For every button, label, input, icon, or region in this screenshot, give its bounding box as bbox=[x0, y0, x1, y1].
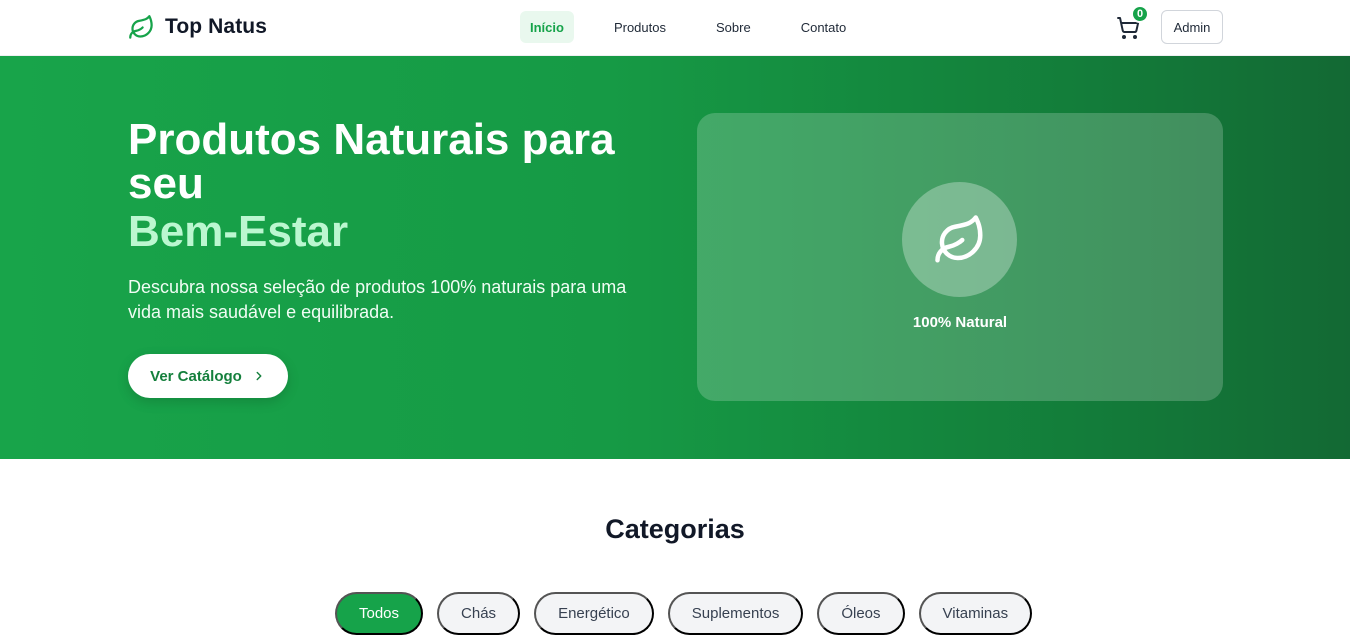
hero-card-label: 100% Natural bbox=[912, 314, 1008, 331]
hero-section: Produtos Naturais para seu Bem-Estar Des… bbox=[0, 56, 1350, 459]
category-chip-todos[interactable]: Todos bbox=[335, 592, 424, 635]
chevron-right-icon bbox=[256, 371, 262, 381]
leaf-icon bbox=[129, 14, 153, 39]
category-chip-suplementos[interactable]: Suplementos bbox=[667, 592, 804, 635]
categories-title: Categorias bbox=[605, 514, 745, 544]
category-chip-oleos[interactable]: Óleos bbox=[817, 592, 905, 635]
nav-item-sobre[interactable]: Sobre bbox=[706, 11, 761, 43]
brand-logo[interactable]: Top Natus bbox=[128, 12, 267, 42]
nav-item-produtos[interactable]: Produtos bbox=[604, 11, 676, 43]
cta-label: Ver Catálogo bbox=[150, 367, 242, 385]
cart-count-badge: 0 bbox=[1131, 5, 1149, 23]
hero-title: Produtos Naturais para seu bbox=[128, 115, 615, 208]
hero-description: Descubra nossa seleção de produtos 100% … bbox=[128, 277, 627, 322]
cart-button[interactable]: 0 bbox=[1114, 5, 1149, 40]
category-chip-chas[interactable]: Chás bbox=[437, 592, 521, 635]
main-nav: Início Produtos Sobre Contato bbox=[520, 11, 856, 43]
hero-feature-card: 100% Natural bbox=[697, 113, 1223, 401]
leaf-icon bbox=[934, 214, 982, 262]
ver-catalogo-button[interactable]: Ver Catálogo bbox=[128, 354, 288, 398]
hero-icon-circle bbox=[902, 182, 1017, 297]
admin-button[interactable]: Admin bbox=[1161, 10, 1223, 44]
nav-item-contato[interactable]: Contato bbox=[791, 11, 857, 43]
nav-item-inicio[interactable]: Início bbox=[520, 11, 574, 43]
brand-name: Top Natus bbox=[165, 15, 268, 38]
category-filter: Todos Chás Energético Suplementos Óleos … bbox=[335, 592, 1033, 636]
site-header: Top Natus Início Produtos Sobre Contato … bbox=[0, 0, 1350, 56]
hero-title-accent: Bem-Estar bbox=[128, 207, 349, 256]
category-chip-vitaminas[interactable]: Vitaminas bbox=[918, 592, 1033, 635]
category-chip-energetico[interactable]: Energético bbox=[534, 592, 654, 635]
